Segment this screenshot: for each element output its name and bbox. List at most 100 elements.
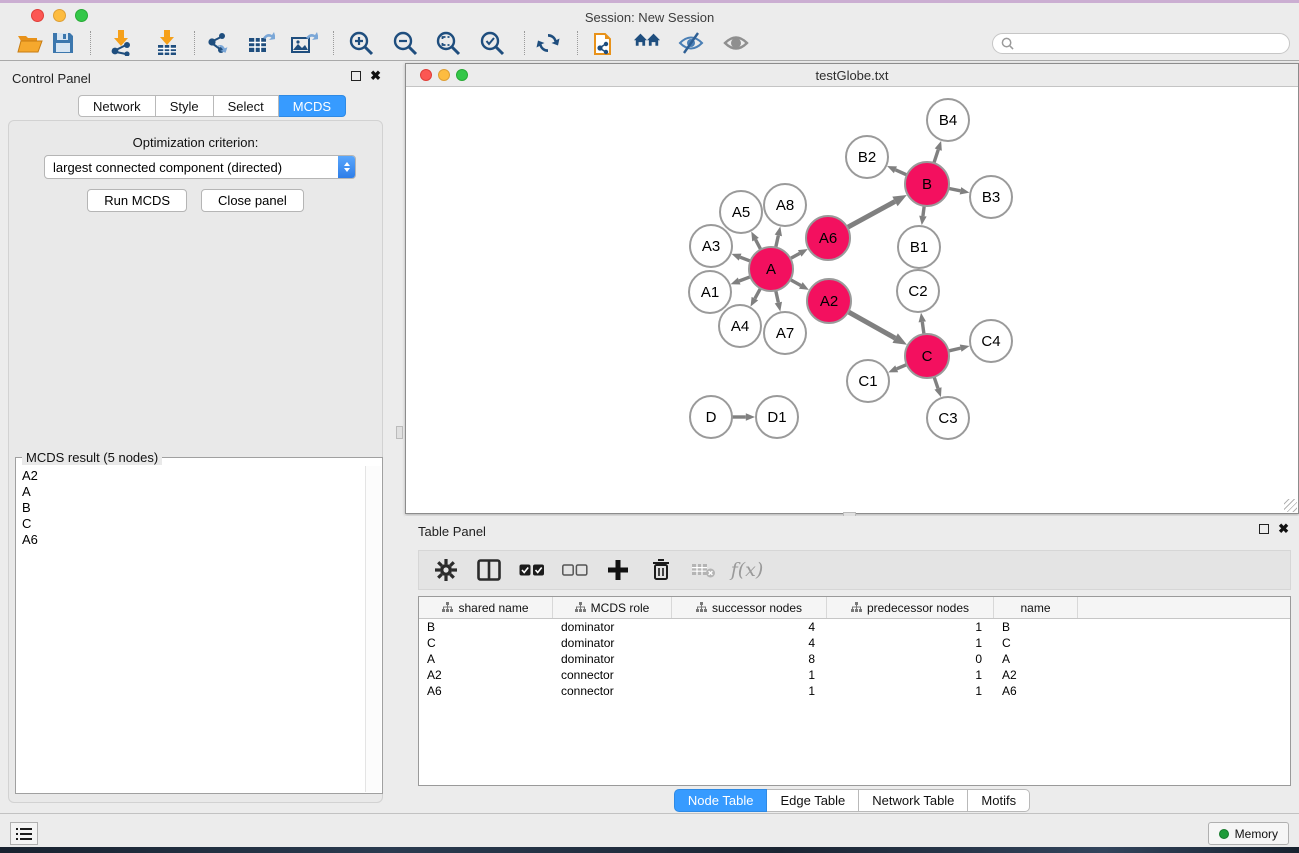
close-table-panel-icon[interactable]: ✖ <box>1278 524 1289 534</box>
result-item[interactable]: B <box>22 500 365 516</box>
tab-mcds[interactable]: MCDS <box>279 95 346 117</box>
open-file-icon[interactable] <box>16 29 44 57</box>
network-window-titlebar[interactable]: testGlobe.txt <box>406 64 1298 87</box>
cell-successor-nodes[interactable]: 4 <box>672 636 827 650</box>
cell-predecessor-nodes[interactable]: 1 <box>827 684 994 698</box>
add-icon[interactable] <box>605 557 631 583</box>
node-A1[interactable]: A1 <box>689 271 731 313</box>
node-D[interactable]: D <box>690 396 732 438</box>
tab-node-table[interactable]: Node Table <box>674 789 768 812</box>
column-header-shared-name[interactable]: shared name <box>419 597 553 618</box>
zoom-selected-icon[interactable] <box>478 29 506 57</box>
cell-successor-nodes[interactable]: 4 <box>672 620 827 634</box>
cell-successor-nodes[interactable]: 1 <box>672 684 827 698</box>
node-B3[interactable]: B3 <box>970 176 1012 218</box>
run-mcds-button[interactable]: Run MCDS <box>87 189 187 212</box>
tab-network-table[interactable]: Network Table <box>859 789 968 812</box>
table-row[interactable]: Adominator80A <box>419 651 1290 667</box>
node-A6[interactable]: A6 <box>806 216 850 260</box>
cell-name[interactable]: A2 <box>994 668 1078 682</box>
node-C3[interactable]: C3 <box>927 397 969 439</box>
cell-name[interactable]: A <box>994 652 1078 666</box>
cell-MCDS-role[interactable]: dominator <box>553 620 672 634</box>
tab-network[interactable]: Network <box>78 95 156 117</box>
table-row[interactable]: Cdominator41C <box>419 635 1290 651</box>
node-B2[interactable]: B2 <box>846 136 888 178</box>
node-table[interactable]: shared nameMCDS rolesuccessor nodesprede… <box>418 596 1291 786</box>
window-resize-grip[interactable] <box>1284 499 1297 512</box>
export-table-icon[interactable] <box>247 29 275 57</box>
zoom-out-icon[interactable] <box>391 29 419 57</box>
gear-icon[interactable] <box>433 557 459 583</box>
node-A8[interactable]: A8 <box>764 184 806 226</box>
zoom-in-icon[interactable] <box>347 29 375 57</box>
cell-shared-name[interactable]: A2 <box>419 668 553 682</box>
cell-MCDS-role[interactable]: connector <box>553 684 672 698</box>
cell-shared-name[interactable]: A <box>419 652 553 666</box>
result-item[interactable]: A6 <box>22 532 365 548</box>
tab-select[interactable]: Select <box>214 95 279 117</box>
deselect-all-checkboxes-icon[interactable] <box>562 557 588 583</box>
edge-A6-B[interactable] <box>846 201 895 228</box>
column-header-name[interactable]: name <box>994 597 1078 618</box>
criterion-dropdown[interactable]: largest connected component (directed) <box>44 155 356 179</box>
cell-MCDS-role[interactable]: dominator <box>553 636 672 650</box>
node-A3[interactable]: A3 <box>690 225 732 267</box>
cell-name[interactable]: A6 <box>994 684 1078 698</box>
vertical-split-handle[interactable] <box>396 426 403 439</box>
import-table-icon[interactable] <box>153 29 181 57</box>
close-panel-icon[interactable]: ✖ <box>370 71 381 81</box>
node-A2[interactable]: A2 <box>807 279 851 323</box>
zoom-fit-icon[interactable] <box>434 29 462 57</box>
export-network-icon[interactable] <box>204 29 232 57</box>
cell-predecessor-nodes[interactable]: 1 <box>827 620 994 634</box>
table-row[interactable]: Bdominator41B <box>419 619 1290 635</box>
export-image-icon[interactable] <box>290 29 318 57</box>
close-panel-button[interactable]: Close panel <box>201 189 304 212</box>
cell-name[interactable]: B <box>994 620 1078 634</box>
manage-networks-icon[interactable] <box>591 29 619 57</box>
table-row[interactable]: A6connector11A6 <box>419 683 1290 699</box>
column-header-predecessor-nodes[interactable]: predecessor nodes <box>827 597 994 618</box>
float-table-panel-icon[interactable] <box>1259 524 1269 534</box>
node-A[interactable]: A <box>749 247 793 291</box>
node-A4[interactable]: A4 <box>719 305 761 347</box>
cell-successor-nodes[interactable]: 1 <box>672 668 827 682</box>
node-C[interactable]: C <box>905 334 949 378</box>
hide-panels-icon[interactable] <box>677 29 705 57</box>
cell-successor-nodes[interactable]: 8 <box>672 652 827 666</box>
show-eye-icon[interactable] <box>722 29 750 57</box>
delete-icon[interactable] <box>648 557 674 583</box>
node-C4[interactable]: C4 <box>970 320 1012 362</box>
column-header-MCDS-role[interactable]: MCDS role <box>553 597 672 618</box>
mcds-result-list[interactable]: A2ABCA6 <box>17 466 365 792</box>
columns-icon[interactable] <box>476 557 502 583</box>
node-C1[interactable]: C1 <box>847 360 889 402</box>
cell-name[interactable]: C <box>994 636 1078 650</box>
save-session-icon[interactable] <box>49 29 77 57</box>
cell-predecessor-nodes[interactable]: 1 <box>827 668 994 682</box>
network-graph[interactable]: B4B2BB3A5A8A6A3B1AA1C2A2A4A7C4CC1DD1C3 <box>406 87 1298 513</box>
home-icon[interactable] <box>633 29 661 57</box>
import-network-icon[interactable] <box>107 29 135 57</box>
node-D1[interactable]: D1 <box>756 396 798 438</box>
column-header-successor-nodes[interactable]: successor nodes <box>672 597 827 618</box>
select-all-checkboxes-icon[interactable] <box>519 557 545 583</box>
tab-edge-table[interactable]: Edge Table <box>767 789 859 812</box>
result-scrollbar[interactable] <box>365 466 381 792</box>
tab-style[interactable]: Style <box>156 95 214 117</box>
search-input[interactable] <box>1019 37 1289 51</box>
network-canvas[interactable]: B4B2BB3A5A8A6A3B1AA1C2A2A4A7C4CC1DD1C3 <box>406 87 1298 513</box>
refresh-icon[interactable] <box>534 29 562 57</box>
cell-shared-name[interactable]: A6 <box>419 684 553 698</box>
cell-predecessor-nodes[interactable]: 0 <box>827 652 994 666</box>
node-C2[interactable]: C2 <box>897 270 939 312</box>
result-item[interactable]: A2 <box>22 468 365 484</box>
node-B4[interactable]: B4 <box>927 99 969 141</box>
cell-shared-name[interactable]: C <box>419 636 553 650</box>
edge-A2-C[interactable] <box>846 311 895 338</box>
node-B1[interactable]: B1 <box>898 226 940 268</box>
tab-motifs[interactable]: Motifs <box>968 789 1030 812</box>
task-history-button[interactable] <box>10 822 38 845</box>
cell-predecessor-nodes[interactable]: 1 <box>827 636 994 650</box>
